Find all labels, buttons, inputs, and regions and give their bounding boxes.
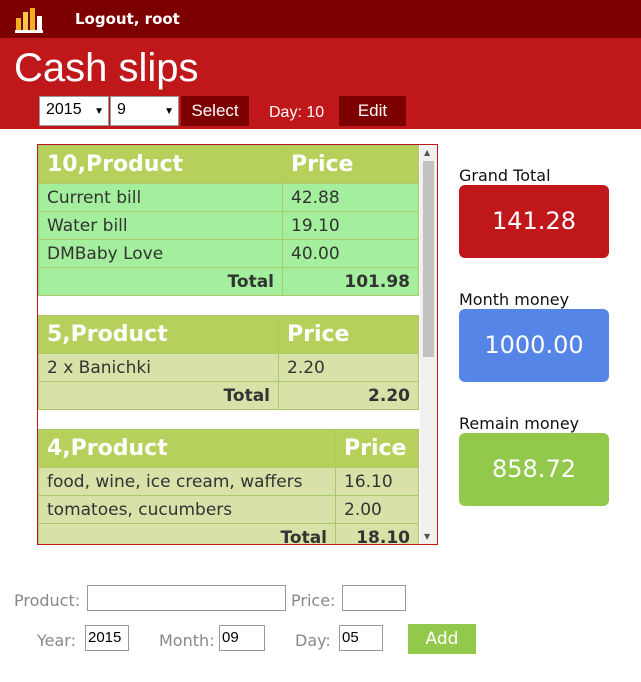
product-header: 10,Product: [38, 145, 283, 184]
table-row: Current bill 42.88: [38, 183, 419, 212]
price-cell: 2.20: [278, 353, 419, 382]
select-button[interactable]: Select: [181, 96, 249, 126]
total-label: Total: [38, 381, 279, 410]
product-cell: DMBaby Love: [38, 239, 283, 268]
year-select[interactable]: 2015 ▼: [39, 96, 109, 126]
price-cell: 2.00: [335, 495, 419, 524]
product-cell: tomatoes, cucumbers: [38, 495, 336, 524]
price-cell: 42.88: [282, 183, 419, 212]
price-cell: 19.10: [282, 211, 419, 240]
total-label: Total: [38, 267, 283, 296]
total-row: Total 2.20: [38, 381, 419, 410]
logout-link[interactable]: Logout, root: [75, 10, 180, 28]
price-header: Price: [335, 429, 419, 468]
grand-total-card: 141.28: [459, 185, 609, 258]
table-row: food, wine, ice cream, waffers 16.10: [38, 467, 419, 496]
price-input[interactable]: [342, 585, 406, 611]
total-row: Total 101.98: [38, 267, 419, 296]
slip-table: 4,Product Price food, wine, ice cream, w…: [38, 429, 419, 544]
scroll-down-icon[interactable]: ▼: [424, 532, 430, 541]
chevron-down-icon: ▼: [94, 106, 104, 117]
year-label: Year:: [37, 631, 76, 650]
total-value: 2.20: [278, 381, 419, 410]
month-input[interactable]: 09: [219, 625, 265, 651]
year-select-value: 2015: [46, 101, 82, 118]
top-bar: Logout, root: [0, 0, 641, 38]
chevron-down-icon: ▼: [164, 106, 174, 117]
year-input[interactable]: 2015: [85, 625, 129, 651]
product-header: 4,Product: [38, 429, 336, 468]
page-title: Cash slips: [14, 46, 199, 90]
remain-money-card: 858.72: [459, 433, 609, 506]
grand-total-label: Grand Total: [459, 166, 551, 185]
slips-list[interactable]: 10,Product Price Current bill 42.88 Wate…: [37, 144, 438, 545]
table-row: 2 x Banichki 2.20: [38, 353, 419, 382]
page-header: Cash slips 2015 ▼ 9 ▼ Select Day: 10 Edi…: [0, 38, 641, 129]
month-money-card: 1000.00: [459, 309, 609, 382]
scrollbar-thumb[interactable]: [423, 161, 434, 357]
month-select-value: 9: [117, 101, 126, 118]
slip-table: 10,Product Price Current bill 42.88 Wate…: [38, 145, 419, 296]
table-row: DMBaby Love 40.00: [38, 239, 419, 268]
scroll-up-icon[interactable]: ▲: [424, 148, 430, 157]
day-label: Day:: [295, 631, 331, 650]
price-label: Price:: [291, 591, 336, 610]
month-money-label: Month money: [459, 290, 570, 309]
remain-money-label: Remain money: [459, 414, 580, 433]
add-button[interactable]: Add: [408, 624, 476, 654]
table-row: Water bill 19.10: [38, 211, 419, 240]
month-label: Month:: [159, 631, 215, 650]
product-cell: food, wine, ice cream, waffers: [38, 467, 336, 496]
slip-table: 5,Product Price 2 x Banichki 2.20 Total …: [38, 315, 419, 410]
total-value: 18.10: [335, 523, 419, 544]
logo-icon: [15, 8, 43, 33]
table-row: tomatoes, cucumbers 2.00: [38, 495, 419, 524]
month-select[interactable]: 9 ▼: [110, 96, 179, 126]
total-label: Total: [38, 523, 336, 544]
day-label: Day: 10: [269, 104, 325, 121]
day-input[interactable]: 05: [339, 625, 383, 651]
total-row: Total 18.10: [38, 523, 419, 544]
product-cell: 2 x Banichki: [38, 353, 279, 382]
price-header: Price: [278, 315, 419, 354]
product-cell: Current bill: [38, 183, 283, 212]
price-cell: 16.10: [335, 467, 419, 496]
product-header: 5,Product: [38, 315, 279, 354]
product-label: Product:: [14, 591, 81, 610]
total-value: 101.98: [282, 267, 419, 296]
product-input[interactable]: [87, 585, 286, 611]
product-cell: Water bill: [38, 211, 283, 240]
edit-button[interactable]: Edit: [339, 96, 406, 126]
price-cell: 40.00: [282, 239, 419, 268]
price-header: Price: [282, 145, 419, 184]
scrollbar[interactable]: ▲ ▼: [420, 145, 437, 544]
